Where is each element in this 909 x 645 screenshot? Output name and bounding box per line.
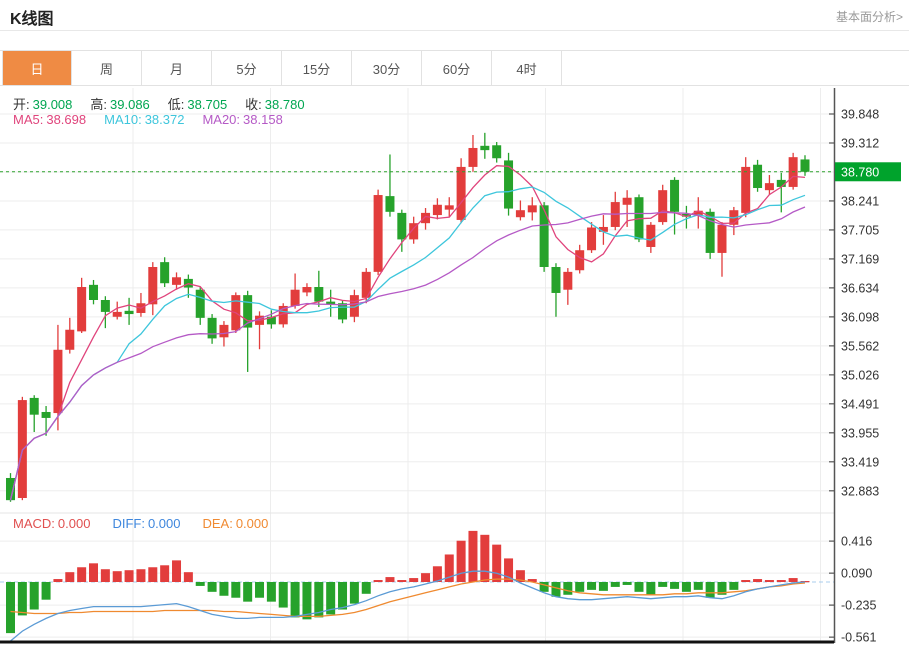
- kline-chart[interactable]: 39.848 39.312 38.241 37.705 37.169 36.634 36.0…: [0, 88, 909, 645]
- svg-text:34.491: 34.491: [841, 397, 879, 411]
- svg-text:-0.561: -0.561: [841, 631, 876, 645]
- kline-page: K线图 基本面分析> 日周月5分15分30分60分4时 开:39.008 高:39…: [0, 0, 909, 645]
- ma-row-item: MA5:38.698: [13, 112, 86, 127]
- svg-text:33.955: 33.955: [841, 426, 879, 440]
- tab-bar: 日周月5分15分30分60分4时: [0, 50, 909, 86]
- tab-月[interactable]: 月: [142, 51, 212, 85]
- ohlc-row-item: 低:38.705: [168, 94, 227, 113]
- tab-30分[interactable]: 30分: [352, 51, 422, 85]
- svg-text:33.419: 33.419: [841, 455, 879, 469]
- tab-60分[interactable]: 60分: [422, 51, 492, 85]
- tab-5分[interactable]: 5分: [212, 51, 282, 85]
- svg-text:37.705: 37.705: [841, 223, 879, 237]
- ma-row-item: MA20:38.158: [202, 112, 282, 127]
- page-header: K线图 基本面分析>: [0, 0, 909, 31]
- page-title: K线图: [10, 5, 54, 29]
- tab-4时[interactable]: 4时: [492, 51, 562, 85]
- macd-row-item: MACD:0.000: [13, 516, 90, 531]
- ma-row-item: MA10:38.372: [104, 112, 184, 127]
- svg-text:39.848: 39.848: [841, 108, 879, 122]
- tab-周[interactable]: 周: [72, 51, 142, 85]
- svg-text:35.562: 35.562: [841, 339, 879, 353]
- macd-row-item: DIFF:0.000: [112, 516, 180, 531]
- fundamental-analysis-link[interactable]: 基本面分析>: [836, 8, 903, 25]
- svg-text:37.169: 37.169: [841, 252, 879, 266]
- svg-text:0.416: 0.416: [841, 535, 872, 549]
- svg-text:35.026: 35.026: [841, 368, 879, 382]
- ma-row: MA5:38.698 MA10:38.372 MA20:38.158: [13, 112, 283, 127]
- ohlc-row-item: 开:39.008: [13, 94, 72, 113]
- macd-row-item: DEA:0.000: [202, 516, 268, 531]
- macd-row: MACD:0.000 DIFF:0.000 DEA:0.000: [13, 516, 268, 531]
- svg-text:32.883: 32.883: [841, 484, 879, 498]
- ohlc-row: 开:39.008 高:39.086 低:38.705 收:38.780: [13, 94, 305, 113]
- axis-labels: 39.848 39.312 38.241 37.705 37.169 36.634 36.0…: [829, 108, 879, 645]
- gridlines: [0, 88, 834, 641]
- ohlc-row-item: 高:39.086: [90, 94, 149, 113]
- svg-text:36.634: 36.634: [841, 281, 879, 295]
- tab-日[interactable]: 日: [2, 51, 72, 85]
- ohlc-row-item: 收:38.780: [245, 94, 304, 113]
- svg-text:39.312: 39.312: [841, 136, 879, 150]
- svg-text:0.090: 0.090: [841, 567, 872, 581]
- tab-15分[interactable]: 15分: [282, 51, 352, 85]
- bottom-border: [0, 641, 834, 644]
- svg-text:36.098: 36.098: [841, 310, 879, 324]
- svg-text:38.241: 38.241: [841, 194, 879, 208]
- last-price-badge-text: 38.780: [841, 165, 879, 179]
- svg-text:-0.235: -0.235: [841, 599, 876, 613]
